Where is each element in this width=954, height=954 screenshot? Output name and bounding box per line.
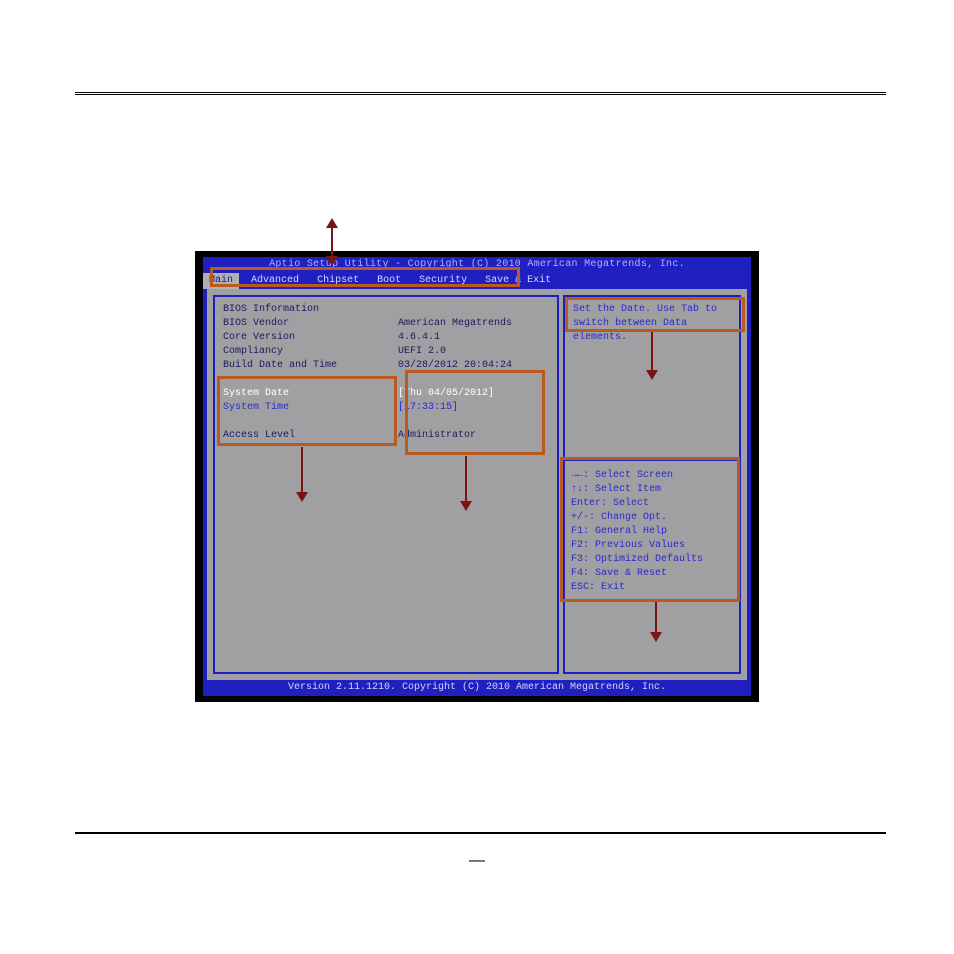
label: Access Level bbox=[223, 429, 398, 443]
help-text-line2: switch between Data elements. bbox=[573, 317, 731, 345]
bios-screenshot: Aptio Setup Utility - Copyright (C) 2010… bbox=[195, 251, 759, 702]
bios-left-panel: BIOS Information BIOS Vendor American Me… bbox=[213, 295, 559, 674]
bios-footer: Version 2.11.1210. Copyright (C) 2010 Am… bbox=[203, 680, 751, 696]
tab-boot[interactable]: Boot bbox=[371, 273, 407, 289]
key-help-line: →←: Select Screen bbox=[571, 469, 733, 483]
value: 03/28/2012 20:04:24 bbox=[398, 359, 549, 373]
right-panel-divider bbox=[563, 459, 741, 461]
value: American Megatrends bbox=[398, 317, 549, 331]
page-number-dash: — bbox=[0, 852, 954, 870]
row-system-time[interactable]: System Time [17:33:15] bbox=[223, 401, 549, 415]
label: Compliancy bbox=[223, 345, 398, 359]
tab-chipset[interactable]: Chipset bbox=[311, 273, 365, 289]
value: Administrator bbox=[398, 429, 549, 443]
page-top-rule bbox=[75, 92, 886, 95]
value[interactable]: [Thu 04/05/2012] bbox=[398, 387, 549, 401]
label: System Time bbox=[223, 401, 398, 415]
tab-advanced[interactable]: Advanced bbox=[245, 273, 305, 289]
key-help-line: F4: Save & Reset bbox=[571, 567, 733, 581]
row-core-version: Core Version 4.6.4.1 bbox=[223, 331, 549, 345]
row-build-date: Build Date and Time 03/28/2012 20:04:24 bbox=[223, 359, 549, 373]
key-help: →←: Select Screen ↑↓: Select Item Enter:… bbox=[571, 469, 733, 595]
key-help-line: Enter: Select bbox=[571, 497, 733, 511]
value[interactable]: [17:33:15] bbox=[398, 401, 549, 415]
bios-title-bar: Aptio Setup Utility - Copyright (C) 2010… bbox=[203, 257, 751, 273]
label: BIOS Vendor bbox=[223, 317, 398, 331]
label: Core Version bbox=[223, 331, 398, 345]
key-help-line: ESC: Exit bbox=[571, 581, 733, 595]
help-text-line1: Set the Date. Use Tab to bbox=[573, 303, 731, 317]
tab-save-exit[interactable]: Save & Exit bbox=[479, 273, 557, 289]
value: UEFI 2.0 bbox=[398, 345, 549, 359]
tab-security[interactable]: Security bbox=[413, 273, 473, 289]
tab-main[interactable]: Main bbox=[203, 273, 239, 289]
value: 4.6.4.1 bbox=[398, 331, 549, 345]
key-help-line: F2: Previous Values bbox=[571, 539, 733, 553]
label: Build Date and Time bbox=[223, 359, 398, 373]
row-compliancy: Compliancy UEFI 2.0 bbox=[223, 345, 549, 359]
section-title: BIOS Information bbox=[223, 303, 549, 317]
key-help-line: F1: General Help bbox=[571, 525, 733, 539]
page-bottom-rule bbox=[75, 832, 886, 834]
bios-right-panel: Set the Date. Use Tab to switch between … bbox=[563, 295, 741, 674]
key-help-line: ↑↓: Select Item bbox=[571, 483, 733, 497]
row-system-date[interactable]: System Date [Thu 04/05/2012] bbox=[223, 387, 549, 401]
key-help-line: F3: Optimized Defaults bbox=[571, 553, 733, 567]
row-access-level: Access Level Administrator bbox=[223, 429, 549, 443]
label: System Date bbox=[223, 387, 398, 401]
bios-body: BIOS Information BIOS Vendor American Me… bbox=[203, 289, 751, 680]
bios-menu-bar: Main Advanced Chipset Boot Security Save… bbox=[203, 273, 751, 289]
key-help-line: +/-: Change Opt. bbox=[571, 511, 733, 525]
row-bios-vendor: BIOS Vendor American Megatrends bbox=[223, 317, 549, 331]
